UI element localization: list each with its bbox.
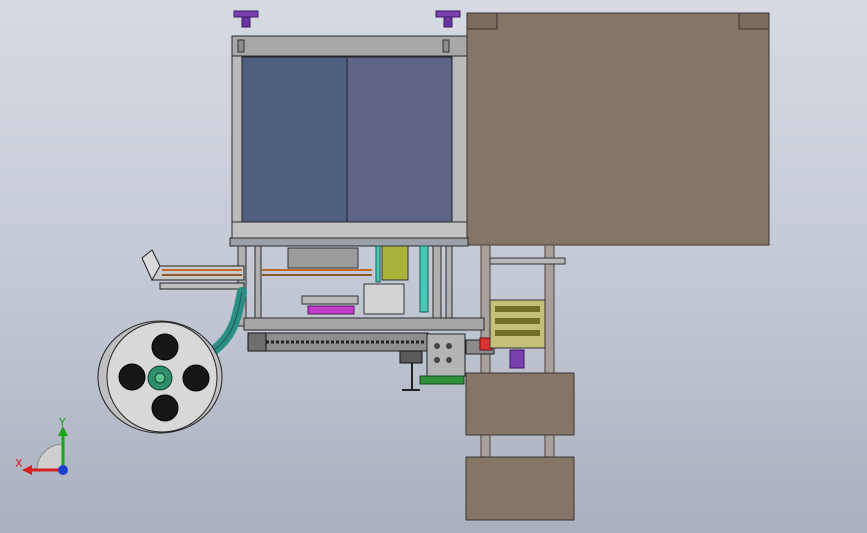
cad-viewport[interactable]: Y X (0, 0, 867, 533)
y-axis-label: Y (58, 416, 66, 429)
knob-right-icon (435, 10, 461, 28)
housing-block-middle (465, 372, 575, 436)
knob-left-icon (233, 10, 259, 28)
tape-reel[interactable] (97, 320, 223, 434)
orientation-triad: Y X (15, 416, 68, 475)
upper-frame (231, 35, 469, 243)
z-axis-icon (58, 465, 68, 475)
conveyor-rail (247, 332, 429, 391)
main-housing (466, 12, 770, 246)
housing-block-bottom (465, 456, 575, 521)
x-axis-label: X (15, 457, 23, 470)
lower-frame (229, 237, 485, 331)
